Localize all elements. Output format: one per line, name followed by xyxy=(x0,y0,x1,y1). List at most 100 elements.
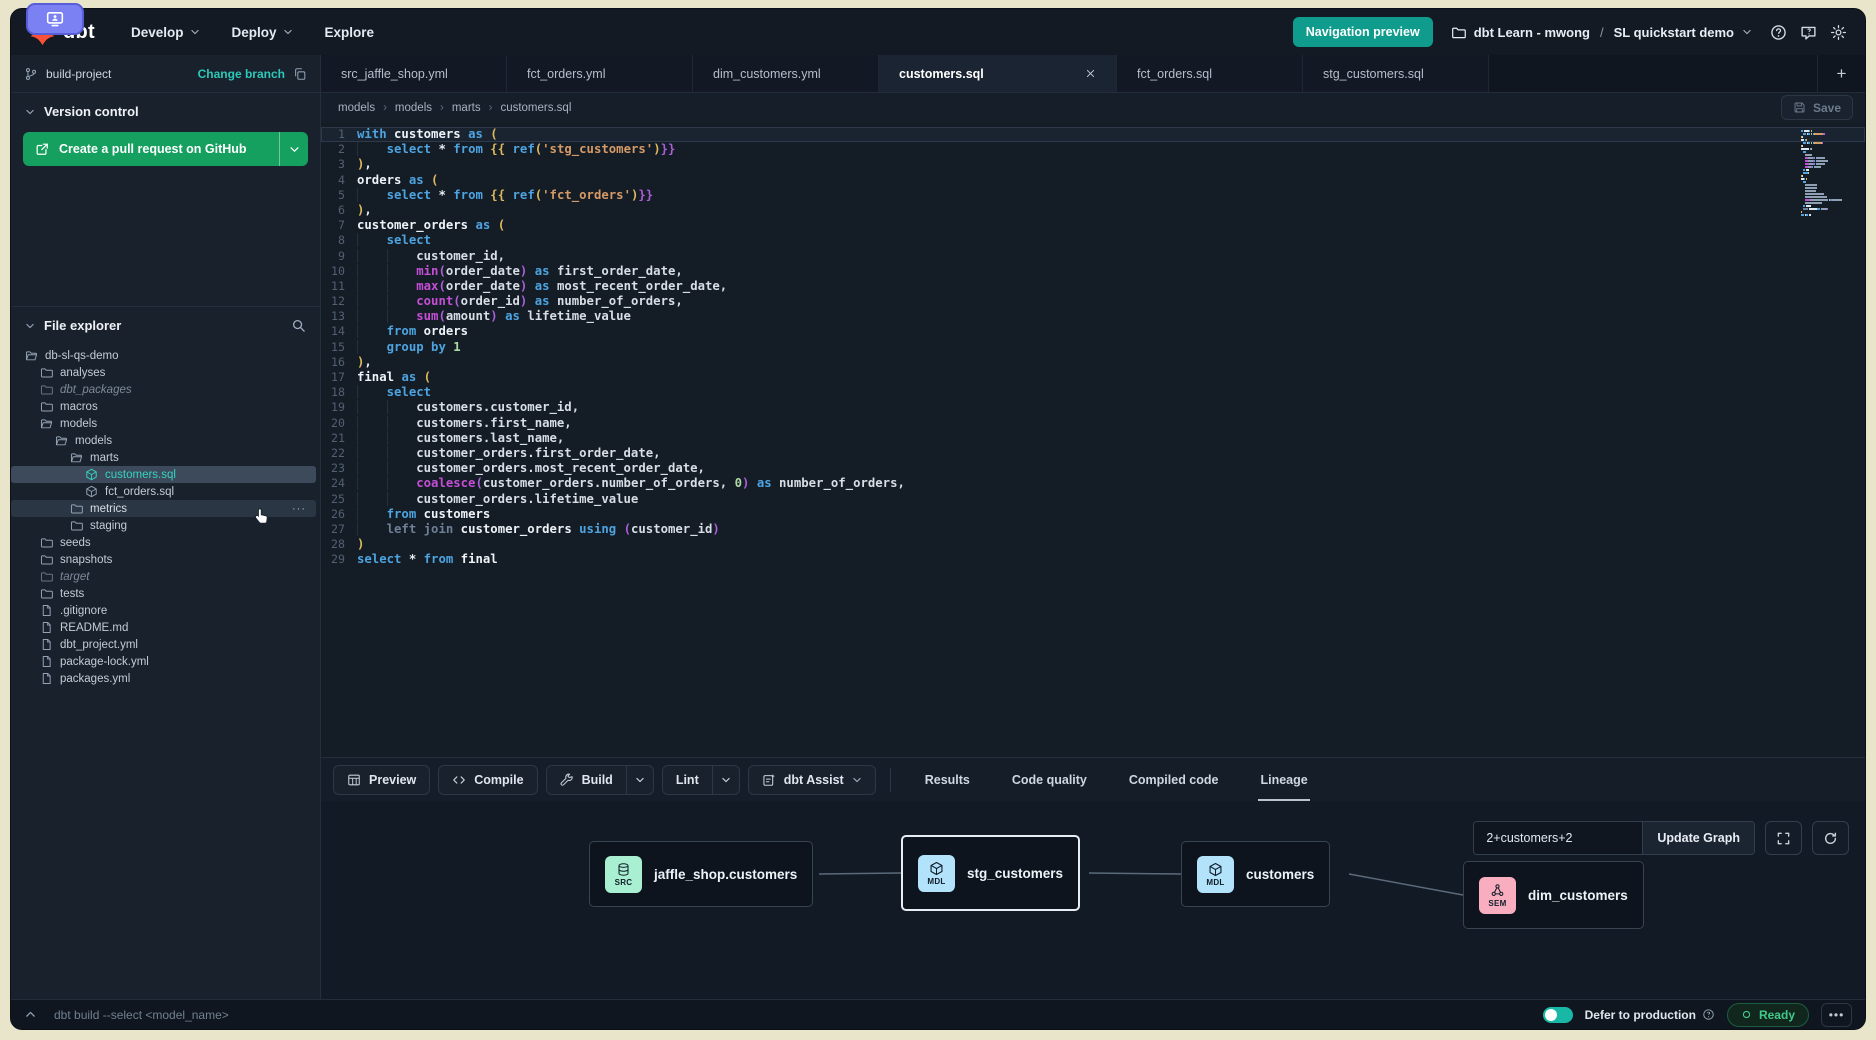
account-switcher[interactable]: dbt Learn - mwong / SL quickstart demo xyxy=(1451,25,1752,40)
tree-item-seeds[interactable]: seeds xyxy=(11,534,316,551)
tree-item-tests[interactable]: tests xyxy=(11,585,316,602)
tree-item-dbt-project-yml[interactable]: dbt_project.yml xyxy=(11,636,316,653)
tree-item--gitignore[interactable]: .gitignore xyxy=(11,602,316,619)
close-icon[interactable] xyxy=(1085,68,1096,79)
tree-item-models[interactable]: models xyxy=(11,415,316,432)
code-line-25[interactable]: 25 customer_orders.lifetime_value xyxy=(321,492,1865,507)
editor-tab-dim-customers-yml[interactable]: dim_customers.yml xyxy=(693,55,879,92)
tree-item-snapshots[interactable]: snapshots xyxy=(11,551,316,568)
tree-item-fct-orders-sql[interactable]: fct_orders.sql xyxy=(11,483,316,500)
code-line-29[interactable]: 29select * from final xyxy=(321,552,1865,567)
code-line-19[interactable]: 19 customers.customer_id, xyxy=(321,400,1865,415)
lint-dropdown-button[interactable] xyxy=(712,766,739,794)
code-line-28[interactable]: 28) xyxy=(321,537,1865,552)
code-line-27[interactable]: 27 left join customer_orders using (cust… xyxy=(321,522,1865,537)
code-line-10[interactable]: 10 min(order_date) as first_order_date, xyxy=(321,264,1865,279)
build-dropdown-button[interactable] xyxy=(626,766,653,794)
code-line-18[interactable]: 18 select xyxy=(321,385,1865,400)
editor-tab-fct-orders-sql[interactable]: fct_orders.sql xyxy=(1117,55,1303,92)
tree-item-macros[interactable]: macros xyxy=(11,398,316,415)
panel-tab-results[interactable]: Results xyxy=(923,759,972,801)
help-icon[interactable] xyxy=(1770,24,1787,41)
nav-menu-deploy[interactable]: Deploy xyxy=(232,25,293,40)
code-line-6[interactable]: 6), xyxy=(321,203,1865,218)
nav-menu-develop[interactable]: Develop xyxy=(131,25,200,40)
code-line-20[interactable]: 20 customers.first_name, xyxy=(321,416,1865,431)
feedback-icon[interactable] xyxy=(1800,24,1817,41)
save-button[interactable]: Save xyxy=(1781,95,1853,120)
editor-tab-customers-sql[interactable]: customers.sql xyxy=(879,55,1117,92)
fullscreen-button[interactable] xyxy=(1765,821,1802,855)
more-options-button[interactable]: ••• xyxy=(1821,1003,1852,1027)
code-line-5[interactable]: 5 select * from {{ ref('fct_orders')}} xyxy=(321,188,1865,203)
create-pr-main[interactable]: Create a pull request on GitHub xyxy=(23,132,280,166)
copy-icon[interactable] xyxy=(293,67,307,81)
lineage-node-customers[interactable]: MDLcustomers xyxy=(1181,841,1330,907)
search-icon[interactable] xyxy=(291,318,306,333)
code-editor[interactable]: 1with customers as (2 select * from {{ r… xyxy=(321,123,1865,757)
version-control-header[interactable]: Version control xyxy=(11,93,320,130)
code-line-7[interactable]: 7customer_orders as ( xyxy=(321,218,1865,233)
code-line-12[interactable]: 12 count(order_id) as number_of_orders, xyxy=(321,294,1865,309)
code-line-23[interactable]: 23 customer_orders.most_recent_order_dat… xyxy=(321,461,1865,476)
defer-toggle[interactable] xyxy=(1543,1007,1573,1023)
gear-icon[interactable] xyxy=(1830,24,1847,41)
breadcrumb-item[interactable]: models xyxy=(338,102,375,114)
minimap[interactable] xyxy=(1801,130,1856,217)
update-graph-button[interactable]: Update Graph xyxy=(1642,822,1754,854)
panel-tab-lineage[interactable]: Lineage xyxy=(1258,759,1309,801)
code-line-9[interactable]: 9 customer_id, xyxy=(321,249,1865,264)
lineage-node-dim-customers[interactable]: SEMdim_customers xyxy=(1463,861,1644,929)
code-line-13[interactable]: 13 sum(amount) as lifetime_value xyxy=(321,309,1865,324)
panel-tab-code-quality[interactable]: Code quality xyxy=(1010,759,1089,801)
code-line-24[interactable]: 24 coalesce(customer_orders.number_of_or… xyxy=(321,476,1865,491)
info-icon[interactable] xyxy=(1702,1008,1715,1021)
panel-tab-compiled-code[interactable]: Compiled code xyxy=(1127,759,1221,801)
tree-item-dbt-packages[interactable]: dbt_packages xyxy=(11,381,316,398)
dbt-assist-button[interactable]: dbt Assist xyxy=(748,765,876,795)
code-line-14[interactable]: 14 from orders xyxy=(321,324,1865,339)
code-line-1[interactable]: 1with customers as ( xyxy=(321,127,1865,142)
code-line-2[interactable]: 2 select * from {{ ref('stg_customers')}… xyxy=(321,142,1865,157)
navigation-preview-button[interactable]: Navigation preview xyxy=(1293,17,1433,47)
code-line-22[interactable]: 22 customer_orders.first_order_date, xyxy=(321,446,1865,461)
row-menu-icon[interactable]: ··· xyxy=(292,503,306,515)
code-line-16[interactable]: 16), xyxy=(321,355,1865,370)
account-name[interactable]: dbt Learn - mwong xyxy=(1474,25,1590,40)
tree-item-staging[interactable]: staging xyxy=(11,517,316,534)
breadcrumb-item[interactable]: customers.sql xyxy=(500,102,571,114)
editor-tab-src-jaffle-shop-yml[interactable]: src_jaffle_shop.yml xyxy=(321,55,507,92)
new-tab-button[interactable]: + xyxy=(1817,55,1865,92)
code-line-17[interactable]: 17final as ( xyxy=(321,370,1865,385)
breadcrumb-item[interactable]: marts xyxy=(452,102,481,114)
editor-tab-fct-orders-yml[interactable]: fct_orders.yml xyxy=(507,55,693,92)
code-line-11[interactable]: 11 max(order_date) as most_recent_order_… xyxy=(321,279,1865,294)
create-pr-dropdown[interactable] xyxy=(280,132,308,166)
tree-item-marts[interactable]: marts xyxy=(11,449,316,466)
lineage-node-jaffle-shop-customers[interactable]: SRCjaffle_shop.customers xyxy=(589,841,813,907)
create-pr-button[interactable]: Create a pull request on GitHub xyxy=(23,132,308,166)
command-input[interactable] xyxy=(52,1007,612,1023)
code-line-3[interactable]: 3), xyxy=(321,157,1865,172)
tree-item-db-sl-qs-demo[interactable]: db-sl-qs-demo xyxy=(11,347,316,364)
tree-item-packages-yml[interactable]: packages.yml xyxy=(11,670,316,687)
preview-button[interactable]: Preview xyxy=(333,765,430,795)
editor-tab-stg-customers-sql[interactable]: stg_customers.sql xyxy=(1303,55,1489,92)
lineage-canvas[interactable]: 2+customers+2 Update Graph SRCjaffle_sho… xyxy=(321,801,1865,999)
tree-item-models[interactable]: models xyxy=(11,432,316,449)
tree-item-customers-sql[interactable]: customers.sql xyxy=(11,466,316,483)
status-badge[interactable]: Ready xyxy=(1727,1003,1809,1027)
tree-item-analyses[interactable]: analyses xyxy=(11,364,316,381)
code-line-26[interactable]: 26 from customers xyxy=(321,507,1865,522)
nav-menu-explore[interactable]: Explore xyxy=(325,25,375,40)
code-line-15[interactable]: 15 group by 1 xyxy=(321,340,1865,355)
tree-item-readme-md[interactable]: README.md xyxy=(11,619,316,636)
code-line-8[interactable]: 8 select xyxy=(321,233,1865,248)
code-line-4[interactable]: 4orders as ( xyxy=(321,173,1865,188)
lint-button[interactable]: Lint xyxy=(663,766,712,794)
refresh-button[interactable] xyxy=(1812,821,1849,855)
lineage-selector-input[interactable]: 2+customers+2 xyxy=(1474,822,1642,854)
breadcrumb-item[interactable]: models xyxy=(395,102,432,114)
file-explorer-header[interactable]: File explorer xyxy=(11,306,320,344)
code-line-21[interactable]: 21 customers.last_name, xyxy=(321,431,1865,446)
